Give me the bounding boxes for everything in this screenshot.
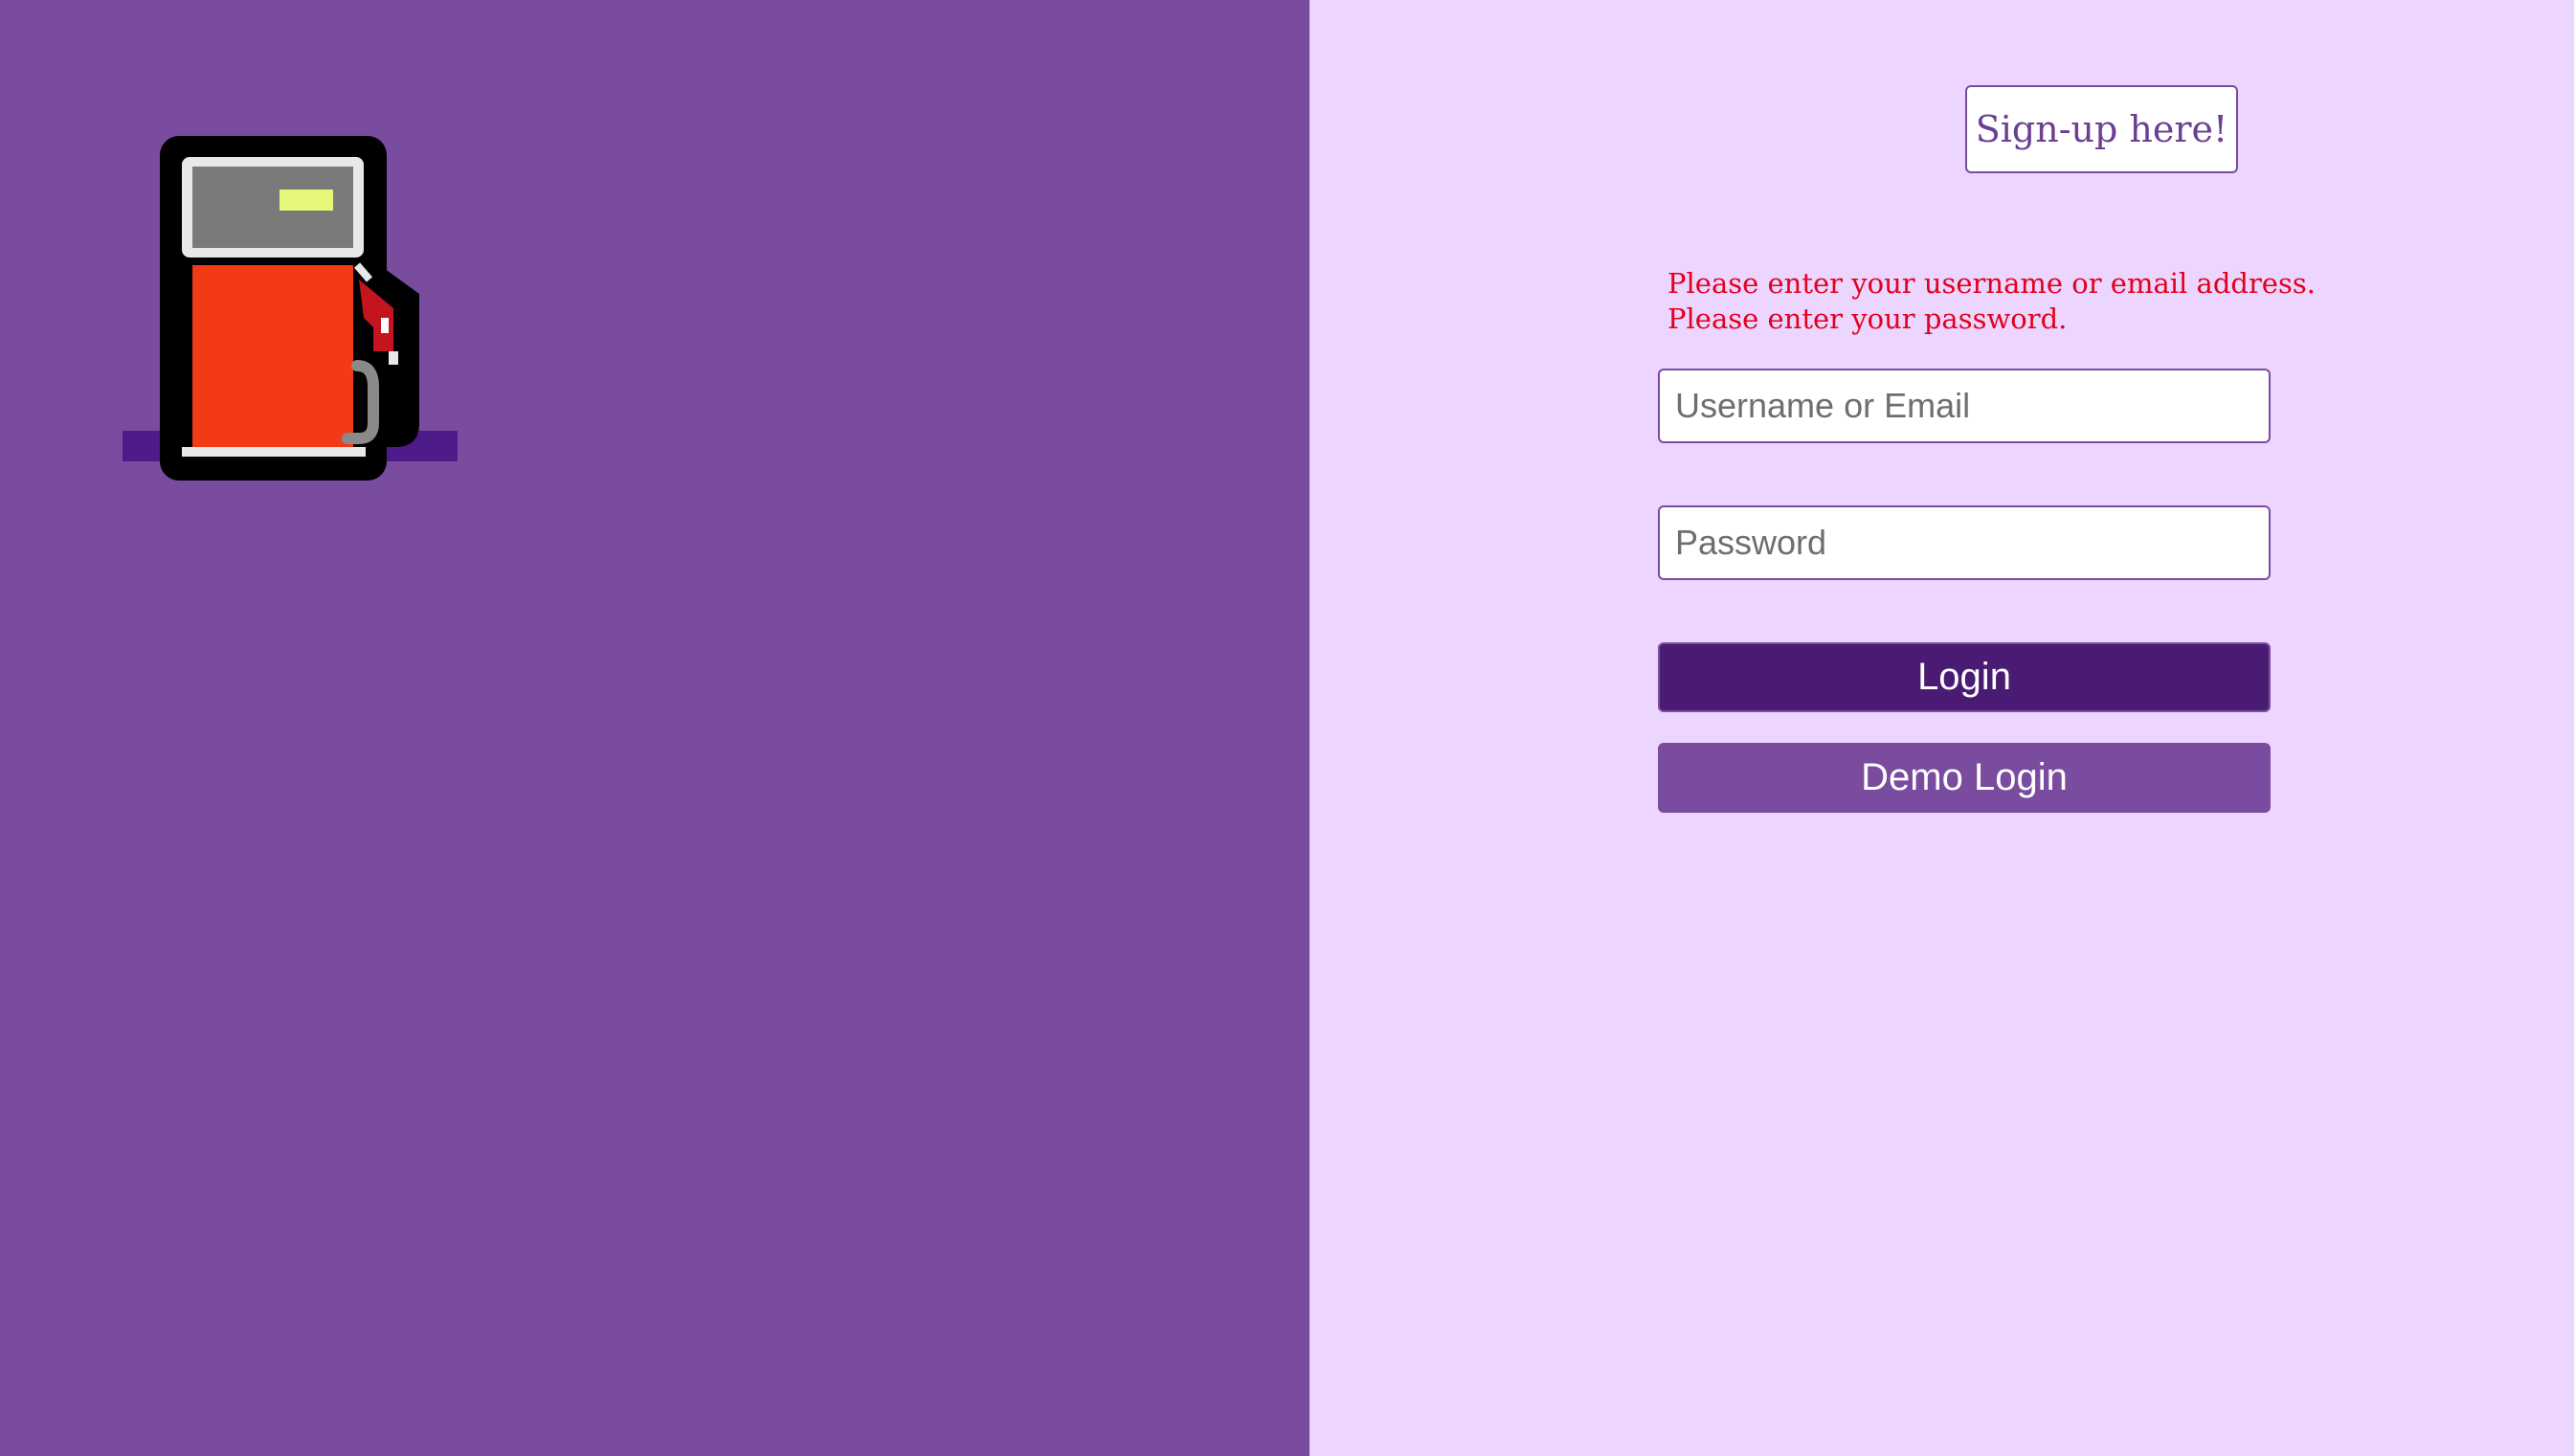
username-input[interactable] [1658, 369, 2271, 443]
username-error: Please enter your username or email addr… [1668, 267, 2316, 300]
error-messages: Please enter your username or email addr… [1668, 266, 2338, 337]
form-panel: Sign-up here! Please enter your username… [1309, 0, 2574, 1456]
password-input[interactable] [1658, 505, 2271, 580]
password-error: Please enter your password. [1668, 302, 2068, 335]
login-page: Sign-up here! Please enter your username… [0, 0, 2574, 1456]
signup-button[interactable]: Sign-up here! [1965, 85, 2238, 173]
demo-login-button[interactable]: Demo Login [1658, 743, 2271, 813]
fuel-pump-icon [123, 136, 458, 481]
brand-panel [0, 0, 1309, 1456]
login-button[interactable]: Login [1658, 642, 2271, 712]
